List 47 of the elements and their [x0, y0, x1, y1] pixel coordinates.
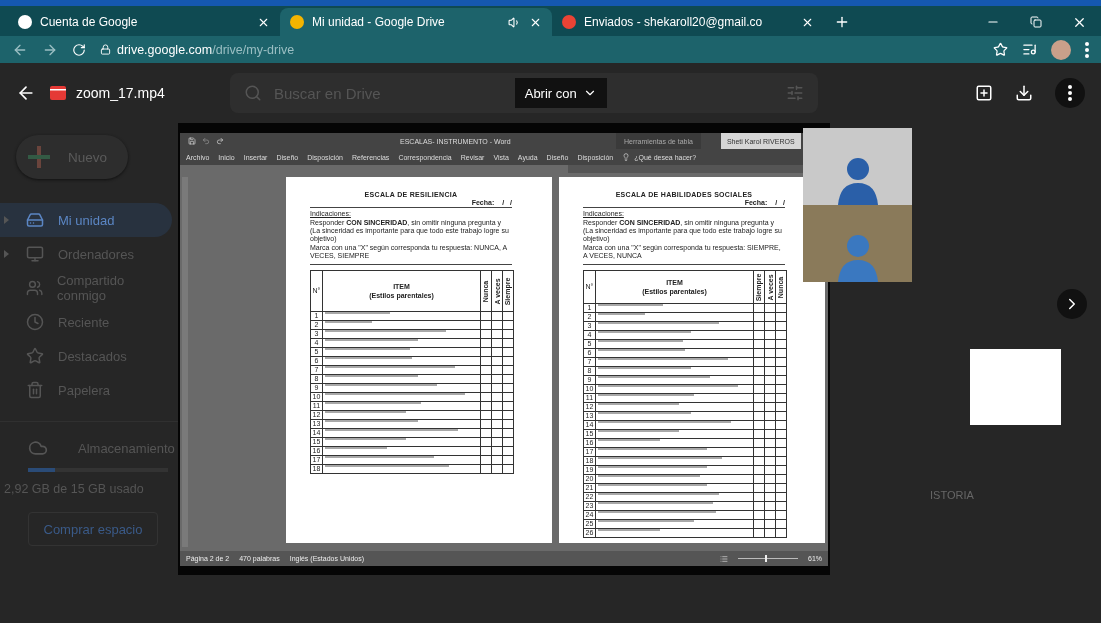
next-button[interactable]: [1057, 289, 1087, 319]
redo-icon: [216, 137, 224, 145]
read-mode-icon[interactable]: [720, 554, 728, 563]
browser-tab[interactable]: Enviados - shekaroll20@gmail.co: [552, 8, 824, 36]
trash-icon: [26, 381, 44, 399]
browser-tab[interactable]: Cuenta de Google: [8, 8, 280, 36]
download-icon[interactable]: [1015, 84, 1033, 102]
site-logo-icon: [290, 15, 304, 29]
lock-icon: [100, 44, 111, 55]
restore-icon[interactable]: [1030, 16, 1042, 28]
open-with-button[interactable]: Abrir con: [514, 78, 607, 108]
lightbulb-icon: [622, 153, 631, 161]
speaker-icon[interactable]: [508, 15, 521, 29]
search-icon: [244, 84, 262, 102]
browser-tab[interactable]: Mi unidad - Google Drive: [280, 8, 552, 36]
blurred-text-line: [325, 447, 387, 449]
file-name: zoom_17.mp4: [76, 85, 165, 101]
computer-icon: [26, 245, 44, 263]
site-logo-icon: [18, 15, 32, 29]
save-icon: [188, 137, 196, 145]
blurred-text-line: [598, 439, 660, 441]
blurred-text-line: [325, 312, 391, 314]
undo-icon: [202, 137, 210, 145]
cloud-icon: [28, 438, 48, 458]
reload-icon[interactable]: [72, 42, 86, 57]
more-icon: [1068, 85, 1072, 101]
more-button[interactable]: [1055, 78, 1085, 108]
blurred-text-line: [325, 321, 372, 323]
new-tab-icon[interactable]: [834, 14, 850, 30]
people-icon: [25, 279, 43, 297]
partial-text: ISTORIA: [930, 489, 974, 501]
drive-icon: [26, 211, 44, 229]
video-file-icon: [50, 86, 66, 100]
avatar[interactable]: [1051, 39, 1071, 60]
blurred-text-line: [598, 529, 660, 531]
plus-icon: [28, 146, 50, 168]
blurred-text-line: [598, 313, 645, 315]
star-icon[interactable]: [993, 42, 1008, 57]
blurred-text-line: [598, 304, 664, 306]
add-comment-icon[interactable]: [975, 84, 993, 102]
clock-icon: [26, 313, 44, 331]
star-icon: [26, 347, 44, 365]
filter-icon: [786, 84, 804, 102]
site-logo-icon: [562, 15, 576, 29]
nav-item[interactable]: Mi unidad: [0, 203, 172, 237]
media-icon[interactable]: [1022, 42, 1037, 57]
more-icon: [1085, 41, 1089, 58]
